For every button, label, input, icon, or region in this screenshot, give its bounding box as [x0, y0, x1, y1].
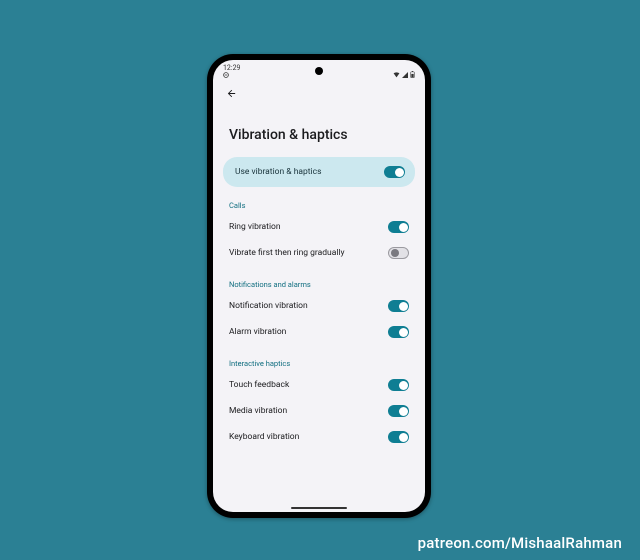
master-switch[interactable] [384, 166, 405, 178]
status-time: 12:29 [223, 64, 240, 72]
row-alarm-vibration[interactable]: Alarm vibration [223, 319, 415, 345]
touch-feedback-switch[interactable] [388, 379, 409, 391]
arrow-left-icon [226, 88, 237, 99]
row-media-vibration[interactable]: Media vibration [223, 398, 415, 424]
section-header-interactive: Interactive haptics [223, 345, 415, 372]
row-label: Media vibration [229, 406, 287, 416]
section-header-calls: Calls [223, 187, 415, 214]
row-label: Touch feedback [229, 380, 289, 390]
gesture-nav-handle[interactable] [291, 507, 347, 509]
back-button[interactable] [225, 88, 237, 100]
row-label: Notification vibration [229, 301, 308, 311]
credit-text: patreon.com/MishaalRahman [418, 534, 622, 552]
row-label: Vibrate first then ring gradually [229, 248, 345, 258]
phone-frame: 12:29 Vibration & h [207, 54, 431, 518]
settings-content: Use vibration & haptics Calls Ring vibra… [213, 157, 425, 512]
master-toggle-label: Use vibration & haptics [235, 167, 321, 177]
row-label: Alarm vibration [229, 327, 286, 337]
alarm-vibration-switch[interactable] [388, 326, 409, 338]
signal-icon [402, 72, 408, 78]
page-title: Vibration & haptics [213, 105, 425, 157]
row-keyboard-vibration[interactable]: Keyboard vibration [223, 424, 415, 450]
row-label: Keyboard vibration [229, 432, 299, 442]
keyboard-vibration-switch[interactable] [388, 431, 409, 443]
vibrate-first-switch[interactable] [388, 247, 409, 259]
app-bar [213, 78, 425, 105]
phone-screen: 12:29 Vibration & h [213, 60, 425, 512]
section-header-notifications: Notifications and alarms [223, 266, 415, 293]
media-vibration-switch[interactable] [388, 405, 409, 417]
row-vibrate-first[interactable]: Vibrate first then ring gradually [223, 240, 415, 266]
ring-vibration-switch[interactable] [388, 221, 409, 233]
row-touch-feedback[interactable]: Touch feedback [223, 372, 415, 398]
row-ring-vibration[interactable]: Ring vibration [223, 214, 415, 240]
row-label: Ring vibration [229, 222, 281, 232]
camera-hole [315, 67, 323, 75]
row-notification-vibration[interactable]: Notification vibration [223, 293, 415, 319]
master-toggle-row[interactable]: Use vibration & haptics [223, 157, 415, 187]
wifi-icon [393, 72, 400, 78]
notification-vibration-switch[interactable] [388, 300, 409, 312]
battery-icon [410, 71, 415, 78]
